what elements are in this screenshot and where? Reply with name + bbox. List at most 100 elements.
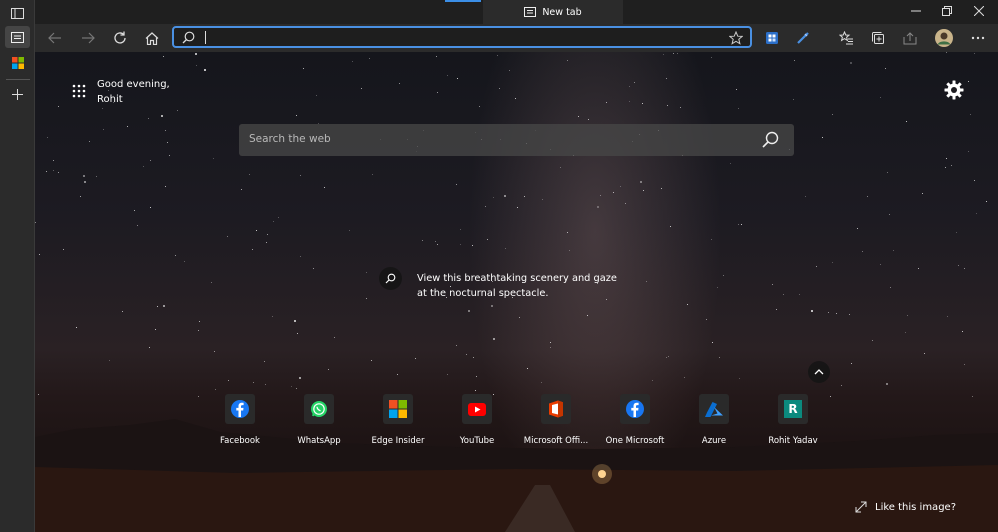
star (228, 380, 229, 381)
quick-link-microsoft-office[interactable]: Microsoft Offi... (516, 394, 596, 454)
settings-more-button[interactable] (965, 26, 991, 50)
immersive-reader-button[interactable] (759, 26, 785, 50)
quick-link-edge-insider[interactable]: Edge Insider (358, 394, 438, 454)
collapse-button[interactable] (808, 361, 830, 383)
star (215, 389, 216, 390)
web-search-box[interactable]: Search the web (239, 124, 794, 156)
favorites-list-icon (838, 31, 853, 45)
star (241, 189, 242, 190)
restore-icon (942, 6, 952, 16)
star (252, 249, 253, 250)
star (479, 106, 480, 107)
tile-icon-box: R (778, 394, 808, 424)
quick-link-whatsapp[interactable]: WhatsApp (279, 394, 359, 454)
search-icon (385, 273, 396, 284)
minimize-button[interactable] (900, 0, 932, 22)
image-description[interactable]: View this breathtaking scenery and gaze … (417, 271, 617, 301)
star (587, 315, 588, 316)
favorites-button[interactable] (833, 26, 859, 50)
pen-extension-button[interactable] (790, 26, 816, 50)
collections-button[interactable] (865, 26, 891, 50)
star (296, 388, 297, 389)
new-tab-button[interactable] (5, 83, 30, 105)
star (661, 188, 662, 189)
vertical-tab-newtab[interactable] (5, 26, 30, 48)
like-image-button[interactable]: Like this image? (855, 501, 956, 513)
profile-button[interactable] (931, 26, 957, 50)
quick-link-label: WhatsApp (297, 436, 341, 446)
star (805, 196, 806, 197)
star (415, 358, 416, 359)
gear-icon[interactable] (943, 79, 965, 101)
active-tab-title[interactable]: New tab (483, 0, 623, 24)
star (89, 141, 90, 142)
text-caret (205, 31, 206, 44)
star (851, 363, 852, 364)
star (550, 342, 551, 343)
quick-link-youtube[interactable]: YouTube (437, 394, 517, 454)
star (524, 196, 525, 197)
star (472, 245, 473, 246)
star (466, 354, 467, 355)
star (300, 175, 301, 176)
forward-button[interactable] (75, 26, 101, 50)
star (300, 256, 301, 257)
search-icon[interactable] (760, 130, 780, 150)
star (361, 88, 362, 89)
collections-icon (872, 32, 884, 44)
star (597, 206, 599, 208)
back-button[interactable] (42, 26, 68, 50)
address-bar[interactable] (172, 26, 752, 48)
star (499, 88, 500, 89)
star (214, 351, 215, 352)
star (313, 268, 314, 269)
star (58, 106, 59, 107)
tile-icon-box (462, 394, 492, 424)
star (886, 383, 888, 385)
star (103, 129, 104, 130)
toggle-vertical-tabs-button[interactable] (5, 2, 30, 24)
star (832, 262, 833, 263)
star (369, 58, 370, 59)
star (267, 234, 268, 235)
star (96, 176, 97, 177)
minimize-icon (911, 10, 921, 12)
star (175, 255, 176, 256)
close-button[interactable] (963, 0, 995, 22)
refresh-button[interactable] (107, 26, 133, 50)
favorite-star-icon[interactable] (729, 31, 743, 45)
star (872, 340, 873, 341)
star (666, 78, 667, 79)
restore-button[interactable] (931, 0, 963, 22)
star (857, 228, 858, 229)
close-icon (974, 6, 984, 16)
expand-icon (855, 501, 867, 513)
star (880, 264, 881, 265)
star (964, 364, 965, 365)
home-button[interactable] (139, 26, 165, 50)
newtab-icon (524, 7, 537, 17)
star (456, 345, 457, 346)
star (447, 75, 448, 76)
star (163, 305, 165, 307)
star (986, 201, 987, 202)
star (625, 203, 626, 204)
star (541, 382, 542, 383)
image-description-line2: at the nocturnal spectacle. (417, 288, 549, 299)
star (519, 317, 520, 318)
image-info-button[interactable] (379, 267, 402, 290)
star (918, 268, 919, 269)
share-button[interactable] (897, 26, 923, 50)
quick-link-facebook[interactable]: Facebook (200, 394, 280, 454)
quick-link-azure[interactable]: Azure (674, 394, 754, 454)
quick-link-one-microsoft[interactable]: One Microsoft (595, 394, 675, 454)
star (328, 369, 329, 370)
star (196, 65, 197, 66)
star (204, 69, 206, 71)
star (436, 56, 437, 57)
refresh-icon (114, 31, 126, 44)
star (629, 86, 630, 87)
apps-launcher-icon[interactable] (72, 84, 86, 98)
vertical-tab-microsoft[interactable] (5, 52, 30, 74)
quick-link-rohit-yadav[interactable]: R Rohit Yadav (753, 394, 833, 454)
